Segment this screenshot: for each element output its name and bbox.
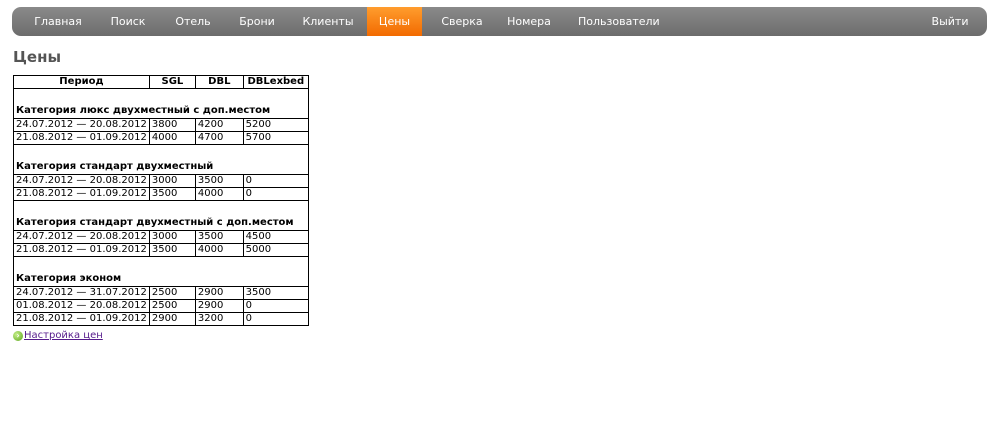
dbl-price-cell: 4000	[194, 187, 244, 201]
table-row: 21.08.2012 — 01.09.2012 2900 3200 0	[13, 312, 310, 326]
category-name: Категория стандарт двухместный с доп.мес…	[13, 200, 309, 231]
dblexbed-price-cell: 0	[242, 299, 310, 313]
nav-item-prices[interactable]: Цены	[367, 7, 422, 36]
column-header-dbl: DBL	[194, 75, 244, 89]
nav-item-bookings[interactable]: Брони	[234, 7, 280, 36]
dbl-price-cell: 3500	[194, 230, 244, 244]
price-settings: › Настройка цен	[13, 330, 103, 341]
nav-item-hotel[interactable]: Отель	[169, 7, 217, 36]
category-name: Категория эконом	[13, 256, 309, 287]
top-nav-bar: Главная Поиск Отель Брони Клиенты Цены С…	[12, 7, 987, 36]
price-table: Период SGL DBL DBLexbed Категория люкс д…	[13, 75, 310, 326]
price-table-body: Категория люкс двухместный с доп.местом 2…	[13, 88, 310, 326]
price-settings-link[interactable]: Настройка цен	[24, 330, 103, 341]
nav-item-main[interactable]: Главная	[28, 7, 88, 36]
table-row: 21.08.2012 — 01.09.2012 4000 4700 5700	[13, 131, 310, 145]
dbl-price-cell: 4700	[194, 131, 244, 145]
period-cell: 21.08.2012 — 01.09.2012	[13, 131, 150, 145]
logout-button[interactable]: Выйти	[928, 7, 972, 36]
category-name: Категория стандарт двухместный	[13, 144, 309, 175]
sgl-price-cell: 3500	[148, 243, 196, 257]
period-cell: 24.07.2012 — 20.08.2012	[13, 174, 150, 188]
period-cell: 01.08.2012 — 20.08.2012	[13, 299, 150, 313]
nav-item-users[interactable]: Пользователи	[578, 7, 660, 36]
table-header-row: Период SGL DBL DBLexbed	[13, 75, 310, 89]
nav-item-rooms[interactable]: Номера	[504, 7, 554, 36]
category-row: Категория стандарт двухместный с доп.мес…	[13, 200, 309, 231]
sgl-price-cell: 3500	[148, 187, 196, 201]
table-row: 24.07.2012 — 20.08.2012 3000 3500 0	[13, 174, 310, 188]
sgl-price-cell: 3000	[148, 174, 196, 188]
column-header-sgl: SGL	[148, 75, 196, 89]
dblexbed-price-cell: 4500	[242, 230, 310, 244]
category-row: Категория эконом	[13, 256, 309, 287]
period-cell: 21.08.2012 — 01.09.2012	[13, 243, 150, 257]
dblexbed-price-cell: 5700	[242, 131, 310, 145]
period-cell: 24.07.2012 — 31.07.2012	[13, 286, 150, 300]
nav-item-reconciliation[interactable]: Сверка	[436, 7, 488, 36]
dbl-price-cell: 4000	[194, 243, 244, 257]
table-row: 24.07.2012 — 20.08.2012 3000 3500 4500	[13, 230, 310, 244]
column-header-period: Период	[13, 75, 150, 89]
dblexbed-price-cell: 5200	[242, 118, 310, 132]
sgl-price-cell: 2900	[148, 312, 196, 326]
settings-icon: ›	[13, 330, 23, 341]
dbl-price-cell: 2900	[194, 286, 244, 300]
dblexbed-price-cell: 0	[242, 312, 310, 326]
dbl-price-cell: 3200	[194, 312, 244, 326]
dblexbed-price-cell: 3500	[242, 286, 310, 300]
table-row: 01.08.2012 — 20.08.2012 2500 2900 0	[13, 299, 310, 313]
table-row: 24.07.2012 — 31.07.2012 2500 2900 3500	[13, 286, 310, 300]
dbl-price-cell: 3500	[194, 174, 244, 188]
period-cell: 21.08.2012 — 01.09.2012	[13, 312, 150, 326]
nav-item-search[interactable]: Поиск	[104, 7, 152, 36]
sgl-price-cell: 3800	[148, 118, 196, 132]
dbl-price-cell: 4200	[194, 118, 244, 132]
category-row: Категория стандарт двухместный	[13, 144, 309, 175]
period-cell: 24.07.2012 — 20.08.2012	[13, 118, 150, 132]
table-row: 21.08.2012 — 01.09.2012 3500 4000 5000	[13, 243, 310, 257]
table-row: 21.08.2012 — 01.09.2012 3500 4000 0	[13, 187, 310, 201]
period-cell: 21.08.2012 — 01.09.2012	[13, 187, 150, 201]
dblexbed-price-cell: 5000	[242, 243, 310, 257]
sgl-price-cell: 2500	[148, 299, 196, 313]
sgl-price-cell: 3000	[148, 230, 196, 244]
column-header-dblexbed: DBLexbed	[242, 75, 310, 89]
dbl-price-cell: 2900	[194, 299, 244, 313]
category-name: Категория люкс двухместный с доп.местом	[13, 88, 309, 119]
period-cell: 24.07.2012 — 20.08.2012	[13, 230, 150, 244]
table-row: 24.07.2012 — 20.08.2012 3800 4200 5200	[13, 118, 310, 132]
nav-item-clients[interactable]: Клиенты	[297, 7, 359, 36]
page-title: Цены	[13, 48, 62, 66]
sgl-price-cell: 2500	[148, 286, 196, 300]
dblexbed-price-cell: 0	[242, 187, 310, 201]
sgl-price-cell: 4000	[148, 131, 196, 145]
category-row: Категория люкс двухместный с доп.местом	[13, 88, 309, 119]
dblexbed-price-cell: 0	[242, 174, 310, 188]
